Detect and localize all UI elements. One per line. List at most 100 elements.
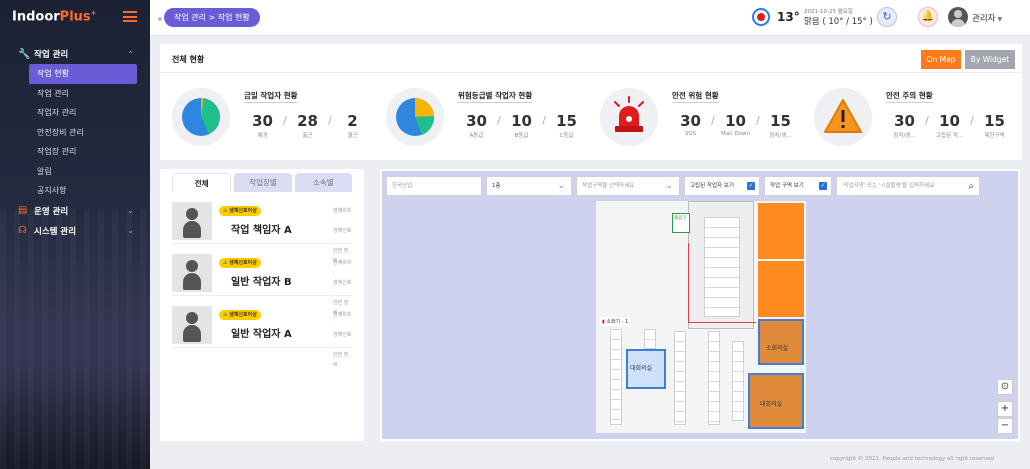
wrench-icon: 🔧	[18, 48, 31, 60]
headset-icon: ☊	[18, 225, 27, 236]
sidebar-item-worker-manage[interactable]: 작업자 관리	[29, 103, 150, 123]
worker-name: 작업 책임자 A	[231, 225, 292, 236]
stat-value: 30	[894, 112, 915, 130]
zoom-out-button[interactable]: −	[997, 418, 1013, 434]
list-item[interactable]: ⚠ 생체신호이상 일반 작업자 A 현재위치 : 생체신호 : 안전 장비 :	[172, 296, 352, 368]
work-zone-checkbox[interactable]: 작업 구역 보기 ✓	[764, 176, 832, 196]
room-orange-2[interactable]	[758, 261, 804, 317]
refresh-icon: ↻	[882, 10, 892, 23]
desk-column	[708, 331, 720, 425]
worker-avatar-icon	[172, 254, 212, 292]
minus-icon: −	[1000, 420, 1010, 431]
fire-extinguisher-icon: ▮	[602, 319, 605, 325]
list-item[interactable]: ⚠ 생체신호이상 작업 책임자 A 현재위치 : 생체신호 : 안전 장비 :	[172, 192, 352, 264]
search-placeholder: '작업자명' 또는 '시설물명'을 입력하세요	[842, 183, 935, 189]
list-item[interactable]: ⚠ 생체신호이상 일반 작업자 B 현재위치 : 생체신호 : 안전 장비 :	[172, 244, 352, 316]
chevron-up-icon: ⌃	[127, 49, 134, 59]
menu-group-operation[interactable]: ▤ 운영 관리 ⌄	[0, 201, 150, 221]
check-icon: ✓	[747, 182, 755, 190]
stat-value: 2	[347, 112, 358, 130]
tab-all[interactable]: 전체	[172, 173, 232, 192]
document-icon: ▤	[18, 205, 28, 216]
sidebar: IndoorPlus+ 🔧 작업 관리 ⌃ 작업 현황 작업 관리 작업자 관리…	[0, 0, 150, 469]
chevron-down-icon: ⌄	[127, 226, 134, 235]
menu-group-label: 작업 관리	[34, 50, 69, 60]
menu-group-label: 운영 관리	[34, 206, 69, 217]
stat-sublabel: 출근	[302, 133, 313, 139]
avatar[interactable]	[948, 7, 968, 27]
route-line	[688, 243, 756, 323]
room-orange-1[interactable]	[758, 203, 804, 259]
stat-value: 10	[511, 112, 532, 130]
stat-value: 15	[770, 112, 791, 130]
extinguisher-label[interactable]: ▮ 소화기 - 1	[600, 317, 631, 326]
stat-sublabel: 장치/생...	[769, 133, 792, 139]
menu-group-work[interactable]: 🔧 작업 관리 ⌃	[0, 44, 150, 64]
extinguisher-text: 소화기 - 1	[606, 319, 629, 325]
stat-sublabel: 결근	[347, 133, 358, 139]
status-badge: ⚠ 생체신호이상	[219, 206, 261, 216]
chevron-down-icon: ⌄	[127, 206, 134, 215]
status-badge: ⚠ 생체신호이상	[219, 258, 261, 268]
weather-icon	[752, 8, 770, 26]
on-map-button[interactable]: On Map	[921, 50, 961, 69]
user-menu[interactable]: 관리자 ▼	[972, 12, 1002, 24]
sidebar-item-work-manage[interactable]: 작업 관리	[29, 84, 150, 104]
footer-copyright: copyright © 2021. People and technology …	[830, 456, 994, 462]
worker-avatar-icon	[172, 202, 212, 240]
app-logo[interactable]: IndoorPlus+	[12, 9, 97, 24]
stat-risk-grade: 위험등급별 작업자 현황 30 A등급 / 10 B등급 / 15 C등급	[386, 86, 596, 152]
isolated-worker-checkbox[interactable]: 고립된 작업자 보기 ✓	[684, 176, 760, 196]
stat-value: 28	[297, 112, 318, 130]
sidebar-menu: 🔧 작업 관리 ⌃ 작업 현황 작업 관리 작업자 관리 안전장비 관리 작업장…	[0, 44, 150, 241]
worker-name: 일반 작업자 A	[231, 329, 292, 340]
stat-label: 안전 위험 현황	[672, 90, 719, 103]
pie-chart-icon	[386, 88, 444, 146]
checkbox-label: 고립된 작업자 보기	[690, 183, 734, 189]
exit-sign-icon[interactable]: 출입구	[672, 213, 690, 233]
sidebar-item-work-status[interactable]: 작업 현황	[29, 64, 137, 84]
stat-sublabel: C등급	[559, 133, 574, 139]
stat-value: 15	[556, 112, 577, 130]
notification-button[interactable]: 🔔	[918, 7, 938, 27]
by-widget-button[interactable]: By Widget	[965, 50, 1015, 69]
weather-description: 맑음 ( 10° / 15° )	[804, 17, 873, 27]
sidebar-item-alerts[interactable]: 알림	[29, 162, 150, 182]
room-small-meeting[interactable]	[758, 319, 804, 365]
weather-date: 2021-10-25 월요일	[804, 9, 853, 15]
sidebar-item-workplace[interactable]: 작업장 관리	[29, 142, 150, 162]
sidebar-item-safety-equipment[interactable]: 안전장비 관리	[29, 123, 150, 143]
desk-column	[644, 329, 656, 349]
search-input[interactable]: '작업자명' 또는 '시설물명'을 입력하세요 ⌕	[836, 176, 980, 196]
worker-avatar-icon	[172, 306, 212, 344]
worker-tabs: 전체 작업장별 소속별	[160, 169, 364, 192]
worker-info: 현재위치 : 생체신호 : 안전 장비 :	[333, 312, 352, 368]
breadcrumb: 작업 관리 > 작업 현황	[164, 8, 260, 27]
overview-panel: 전체 현황 On Map By Widget 금일 작업자 현황 30 예정 / …	[160, 44, 1022, 160]
tab-by-affiliation[interactable]: 소속별	[294, 173, 352, 192]
plus-icon: +	[1000, 403, 1010, 414]
tab-by-workplace[interactable]: 작업장별	[234, 173, 292, 192]
search-icon[interactable]: ⌕	[968, 178, 974, 195]
stat-safety-danger: 안전 위험 현황 30 SOS / 10 Man Down / 15 장치/생...	[600, 86, 810, 152]
collapse-dot-icon	[158, 17, 162, 21]
zone-select[interactable]: 작업구역을 선택하세요	[576, 176, 680, 196]
bell-icon: 🔔	[921, 11, 935, 22]
room-label: 대회의실	[630, 365, 653, 372]
pie-chart-icon	[172, 88, 230, 146]
stat-label: 위험등급별 작업자 현황	[458, 90, 533, 103]
locate-button[interactable]: ⊙	[997, 379, 1013, 395]
stat-sublabel: 제한구역	[984, 133, 1005, 139]
crosshair-icon: ⊙	[1000, 381, 1010, 392]
check-icon: ✓	[819, 182, 827, 190]
menu-group-system[interactable]: ☊ 시스템 관리 ⌄	[0, 221, 150, 241]
hamburger-menu-icon[interactable]	[123, 11, 137, 22]
refresh-button[interactable]: ↻	[877, 7, 897, 27]
stat-value: 10	[939, 112, 960, 130]
sidebar-item-notices[interactable]: 공지사항	[29, 181, 150, 201]
site-input[interactable]: 한국산업	[386, 176, 482, 196]
floor-select[interactable]: 1층	[486, 176, 572, 196]
desk-column	[610, 329, 622, 425]
zoom-in-button[interactable]: +	[997, 401, 1013, 417]
stat-label: 금일 작업자 현황	[244, 90, 298, 103]
